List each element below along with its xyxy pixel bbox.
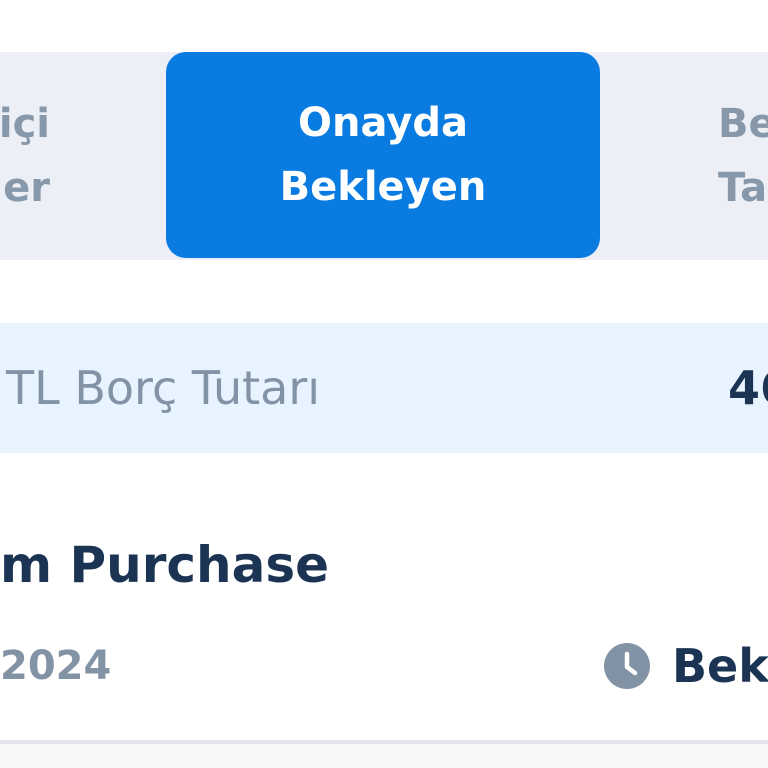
bottom-spacer xyxy=(0,744,768,768)
debt-summary-label: TL Borç Tutarı xyxy=(6,361,321,415)
top-spacer xyxy=(0,0,768,52)
transaction-card[interactable]: m Purchase 2024 Bekl xyxy=(0,453,768,741)
tab-right-line2: Ta xyxy=(718,165,768,211)
tab-active-line1: Onayda xyxy=(298,100,468,146)
transaction-date: 2024 xyxy=(0,643,112,689)
tab-left[interactable]: hiçi er xyxy=(0,52,50,260)
tab-pending-approval[interactable]: Onayda Bekleyen xyxy=(166,52,600,258)
status-label: Bekl xyxy=(672,639,768,693)
transaction-title: m Purchase xyxy=(0,536,330,594)
debt-summary-amount: 46 xyxy=(728,361,768,415)
tab-right[interactable]: Be Ta xyxy=(718,52,768,260)
debt-summary-bar: TL Borç Tutarı 46 xyxy=(0,323,768,453)
tab-active-line2: Bekleyen xyxy=(279,164,487,210)
status-badge: Bekl xyxy=(604,641,768,691)
tab-right-line1: Be xyxy=(718,101,768,147)
tab-bar: hiçi er Onayda Bekleyen Be Ta xyxy=(0,52,768,260)
clock-icon xyxy=(604,643,650,689)
tab-left-line2: er xyxy=(3,165,50,211)
tab-left-line1: hiçi xyxy=(0,101,50,147)
